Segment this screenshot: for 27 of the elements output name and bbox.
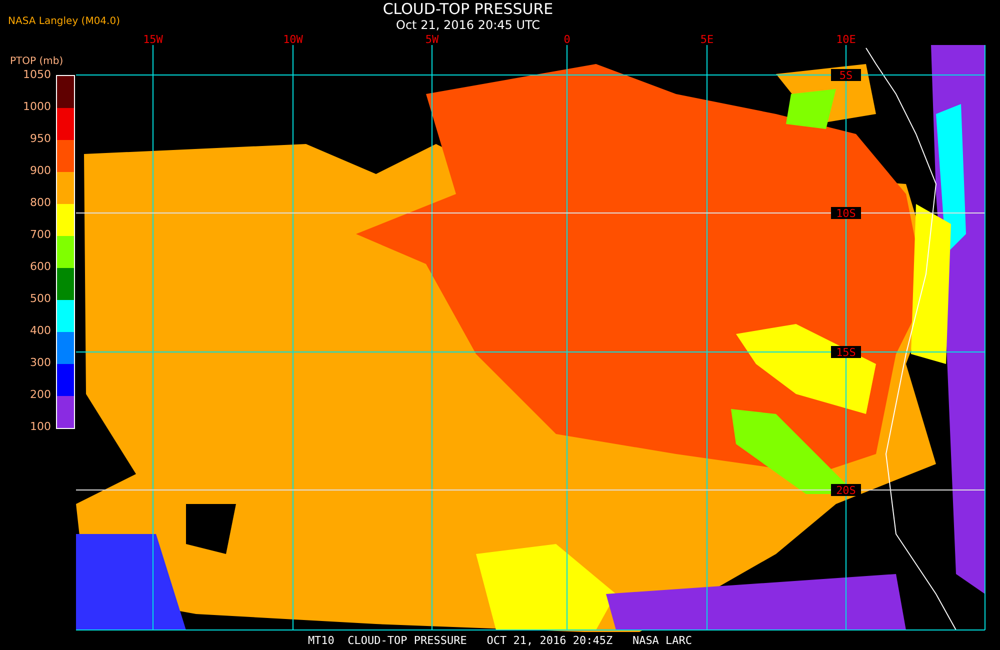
legend-tick: 600: [29, 261, 51, 273]
timestamp: Oct 21, 2016 20:45 UTC: [396, 18, 540, 33]
legend-tick: 900: [29, 165, 51, 177]
legend-tick: 200: [29, 389, 51, 401]
footer-caption: MT10 CLOUD-TOP PRESSURE OCT 21, 2016 20:45Z NASA LARC: [306, 633, 694, 649]
legend-tick: 700: [29, 229, 51, 241]
chart-title: CLOUD-TOP PRESSURE: [382, 1, 554, 18]
legend-tick: 800: [29, 197, 51, 209]
latitude-label: 20S: [836, 484, 856, 497]
legend-tick: 300: [29, 357, 51, 369]
latitude-label: 10S: [836, 207, 856, 220]
latitude-label: 5S: [839, 69, 853, 82]
legend-tick: 1000: [23, 101, 51, 113]
legend-title: PTOP (mb): [10, 56, 64, 67]
legend-tick: 400: [29, 325, 51, 337]
longitude-label: 15W: [143, 34, 163, 46]
legend-tick: 1050: [23, 69, 51, 81]
longitude-label: 5E: [700, 34, 714, 46]
legend-tick: 100: [29, 421, 51, 433]
legend-tick: 950: [29, 133, 51, 145]
longitude-label: 10E: [836, 34, 856, 46]
longitude-label: 10W: [283, 34, 303, 46]
longitude-label: 5W: [425, 34, 439, 46]
longitude-label: 0: [564, 34, 570, 46]
legend-tick: 500: [29, 293, 51, 305]
source-label: NASA Langley (M04.0): [8, 16, 121, 27]
latitude-label: 15S: [836, 346, 856, 359]
